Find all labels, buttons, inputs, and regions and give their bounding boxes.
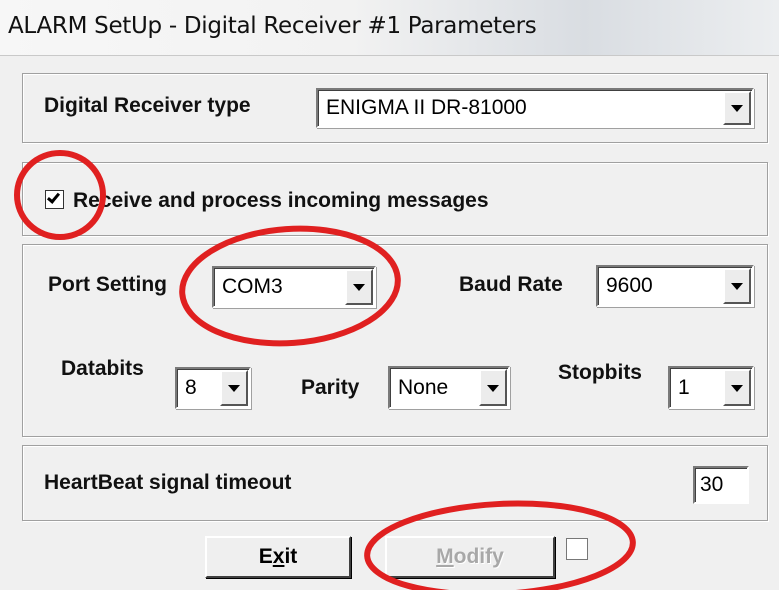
heartbeat-timeout-input[interactable]: 30 [693,466,749,504]
chevron-down-icon [731,384,743,392]
modify-side-checkbox[interactable] [566,538,588,560]
receiver-type-select[interactable]: ENIGMA II DR-81000 [316,88,754,128]
chevron-down-icon [228,385,240,392]
heartbeat-panel: HeartBeat signal timeout 30 [22,445,768,521]
parity-select[interactable]: None [388,366,510,409]
stopbits-value: 1 [678,375,690,399]
title-bar: ALARM SetUp - Digital Receiver #1 Parame… [0,0,779,56]
receiver-type-panel: Digital Receiver type ENIGMA II DR-81000 [22,73,768,143]
baud-rate-dropdown-button[interactable] [723,268,751,304]
parity-label: Parity [301,376,360,399]
exit-button-label: Exit [258,545,298,568]
modify-button-label: Modify [436,545,504,568]
chevron-down-icon [731,283,743,290]
heartbeat-label: HeartBeat signal timeout [44,471,292,494]
stopbits-label: Stopbits [558,361,642,384]
stopbits-dropdown-button[interactable] [723,369,751,406]
dialog-client-area: Digital Receiver type ENIGMA II DR-81000… [0,56,779,590]
stopbits-select[interactable]: 1 [668,366,754,409]
baud-rate-select[interactable]: 9600 [596,265,754,307]
process-messages-panel: Receive and process incoming messages [22,162,768,236]
heartbeat-timeout-value: 30 [700,473,724,496]
baud-rate-label: Baud Rate [459,273,563,296]
port-setting-dropdown-button[interactable] [345,269,373,305]
port-setting-label: Port Setting [48,273,167,296]
databits-label: Databits [61,357,144,380]
parity-value: None [398,375,449,399]
window-title: ALARM SetUp - Digital Receiver #1 Parame… [8,13,537,39]
modify-button[interactable]: Modify [385,536,555,578]
exit-button[interactable]: Exit [205,536,351,578]
checkmark-icon [46,190,61,204]
port-setting-select[interactable]: COM3 [212,266,376,308]
process-messages-checkbox[interactable] [45,190,64,209]
receiver-type-dropdown-button[interactable] [723,91,751,125]
receiver-type-label: Digital Receiver type [44,94,251,117]
receiver-type-value: ENIGMA II DR-81000 [326,96,527,119]
chevron-down-icon [731,105,743,112]
port-setting-value: COM3 [222,275,283,298]
parity-dropdown-button[interactable] [479,369,507,406]
chevron-down-icon [487,384,499,392]
process-messages-label[interactable]: Receive and process incoming messages [73,189,489,213]
baud-rate-value: 9600 [606,274,653,297]
databits-dropdown-button[interactable] [220,370,248,406]
databits-value: 8 [185,376,197,399]
chevron-down-icon [353,284,365,291]
port-settings-panel: Port Setting COM3 Baud Rate 9600 Databit… [22,244,768,437]
databits-select[interactable]: 8 [175,367,251,409]
